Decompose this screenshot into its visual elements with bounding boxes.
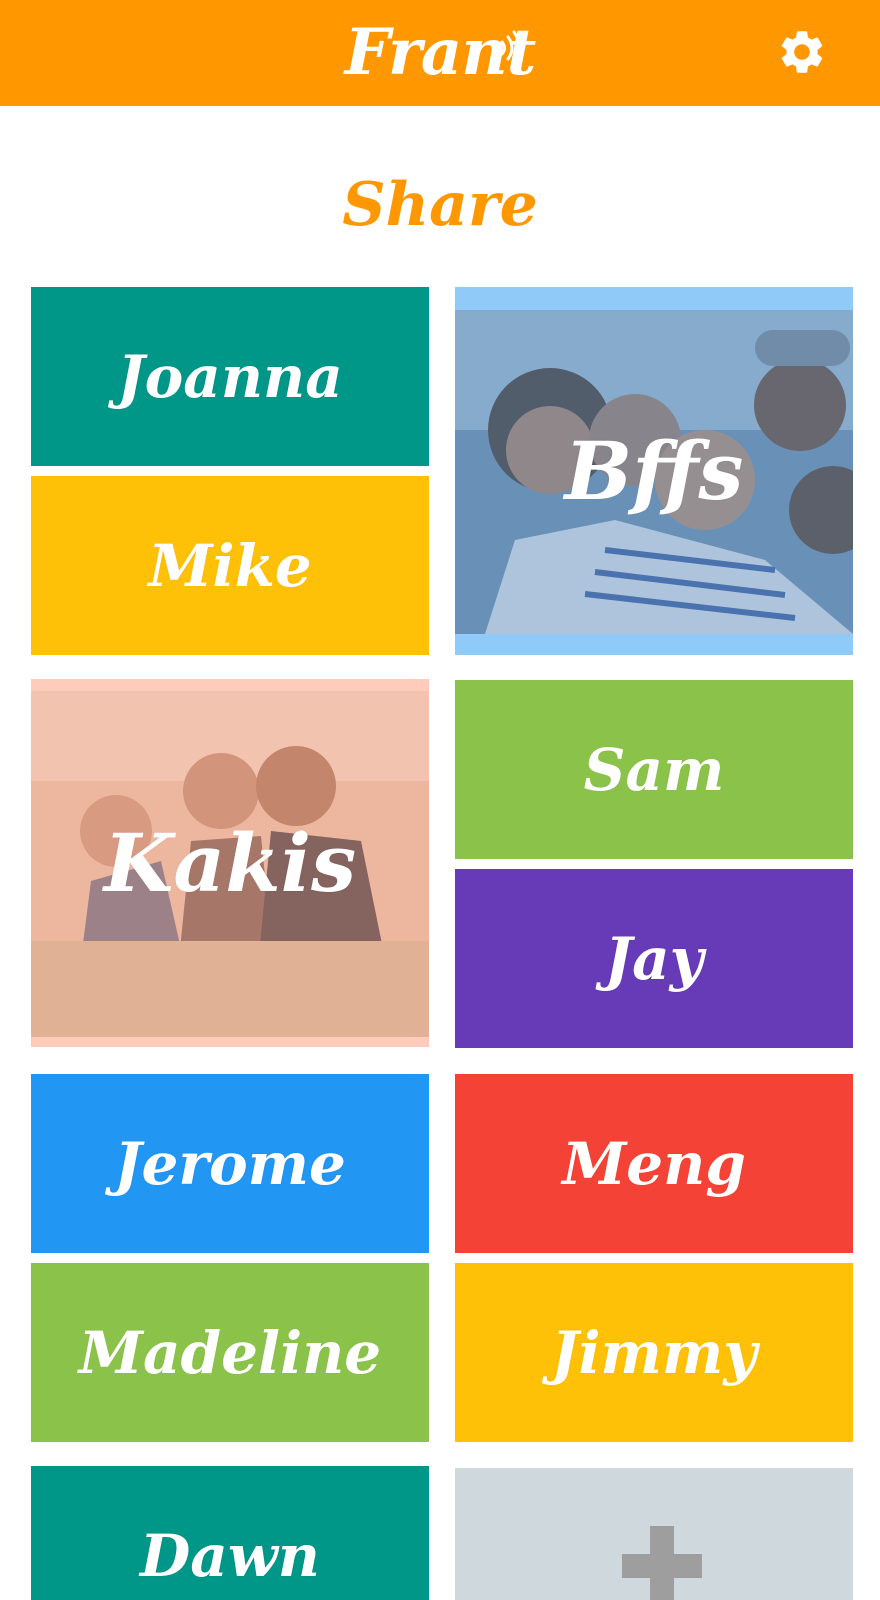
contact-tile-jimmy[interactable]: Jimmy: [455, 1263, 853, 1442]
contact-tile-sam[interactable]: Sam: [455, 680, 853, 859]
contact-name: Jerome: [114, 1129, 346, 1198]
signal-waves-icon: [500, 30, 521, 66]
contact-tile-jerome[interactable]: Jerome: [31, 1074, 429, 1253]
contact-tile-dawn[interactable]: Dawn: [31, 1466, 429, 1600]
contact-name: Dawn: [140, 1521, 320, 1590]
contact-tile-mike[interactable]: Mike: [31, 476, 429, 655]
group-tile-bffs[interactable]: Bffs: [455, 287, 853, 655]
add-contact-tile[interactable]: [455, 1468, 853, 1600]
contact-name: Meng: [562, 1129, 746, 1198]
plus-icon: [622, 1526, 702, 1600]
group-name: Bffs: [564, 424, 744, 518]
app-bar: Frant: [0, 0, 880, 106]
contact-tile-jay[interactable]: Jay: [455, 869, 853, 1048]
page-title: Share: [342, 170, 538, 240]
contact-name: Sam: [583, 735, 725, 804]
contact-name: Joanna: [117, 342, 343, 411]
contact-name: Madeline: [78, 1318, 382, 1387]
contact-tile-joanna[interactable]: Joanna: [31, 287, 429, 466]
contact-name: Mike: [148, 531, 312, 600]
contact-name: Jay: [604, 924, 704, 993]
group-tile-kakis[interactable]: Kakis: [31, 679, 429, 1047]
contact-tile-madeline[interactable]: Madeline: [31, 1263, 429, 1442]
gear-icon[interactable]: [776, 26, 828, 78]
group-name: Kakis: [103, 816, 357, 910]
contact-name: Jimmy: [551, 1318, 757, 1387]
contact-tile-meng[interactable]: Meng: [455, 1074, 853, 1253]
